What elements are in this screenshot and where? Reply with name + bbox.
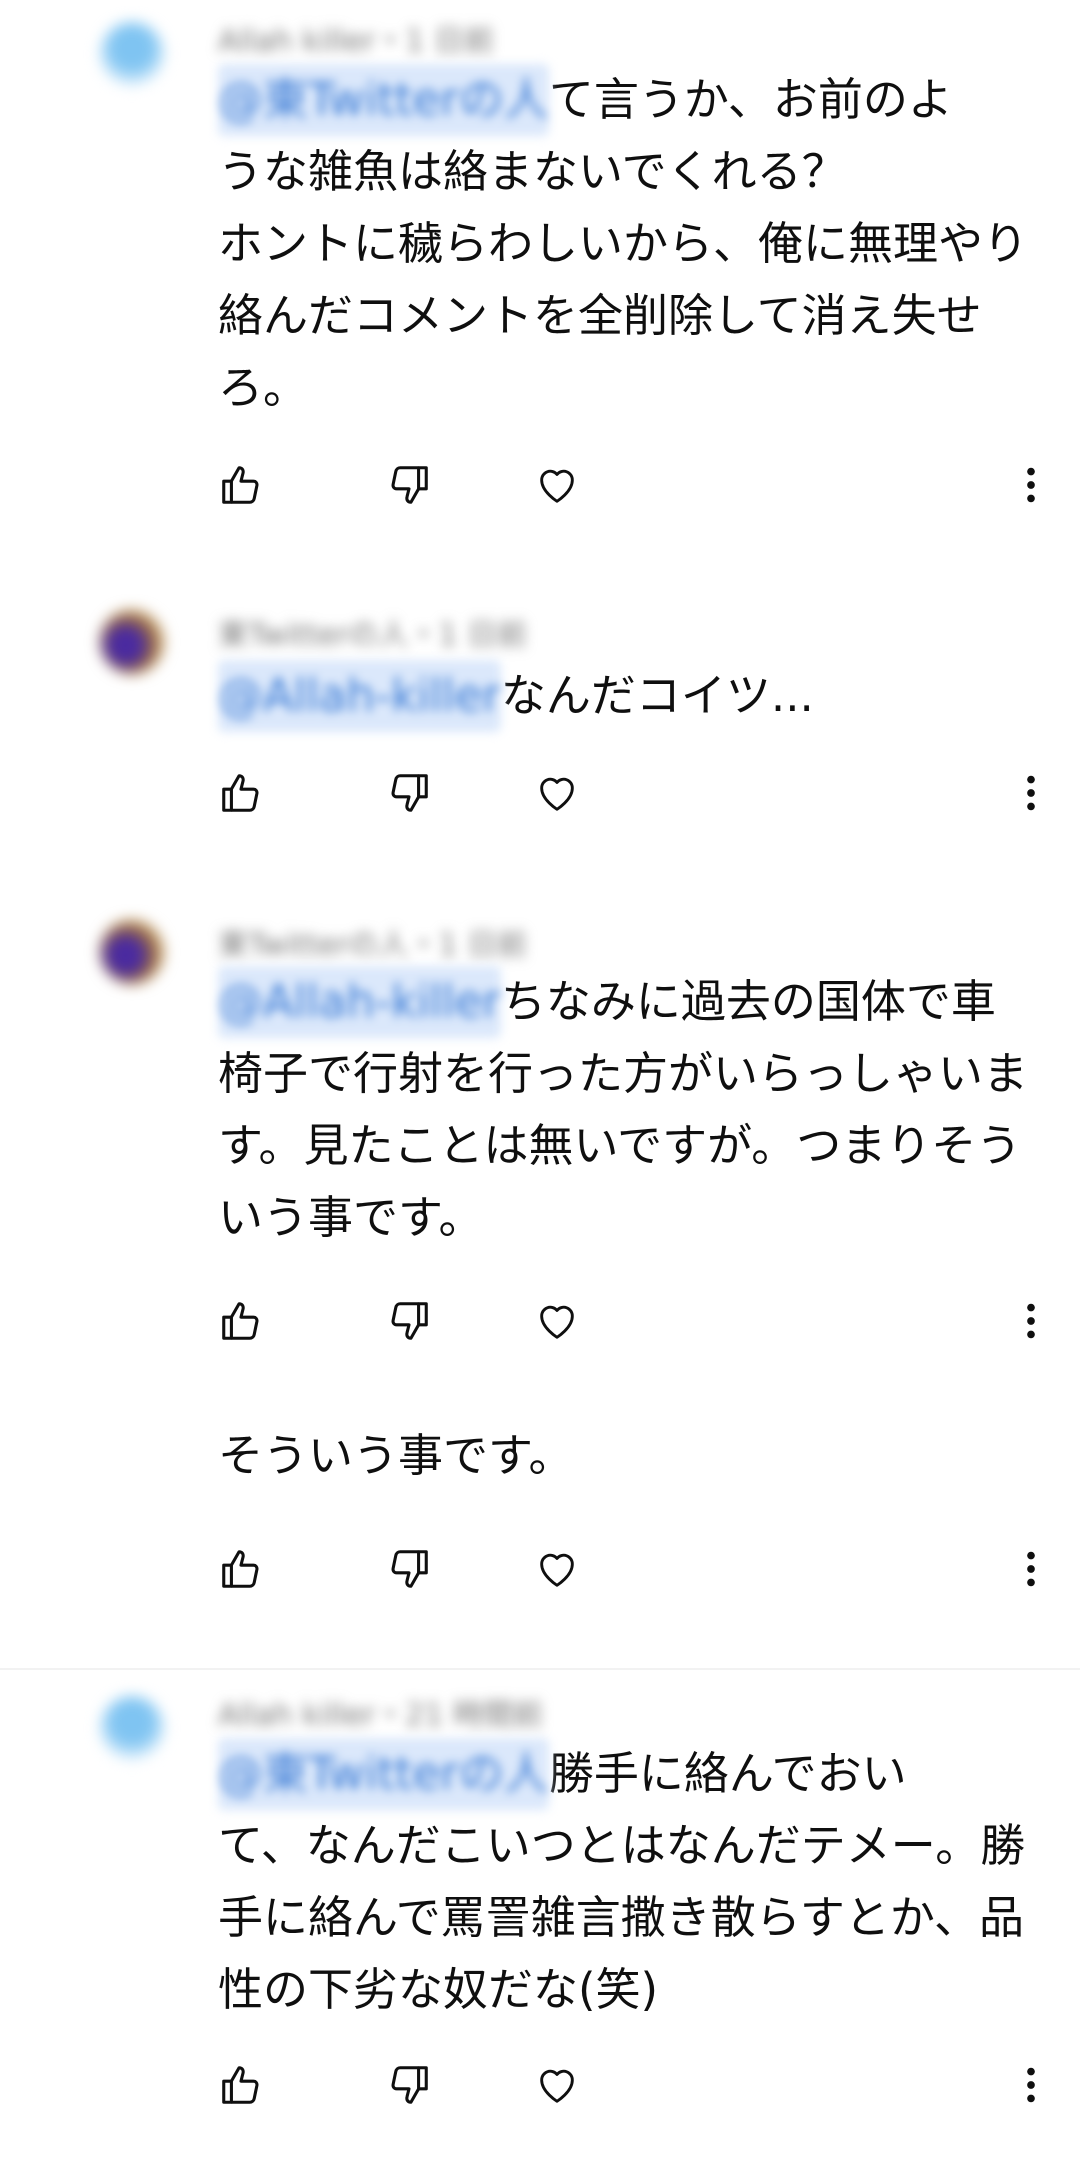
heart-icon — [540, 2069, 574, 2103]
like-icon — [222, 774, 259, 812]
heart-button[interactable] — [534, 770, 580, 816]
dislike-button[interactable] — [386, 770, 432, 816]
like-button[interactable] — [218, 1298, 264, 1344]
heart-icon — [540, 1305, 574, 1339]
comment-text-rest: 椅子で行射を行った方がいらっしゃいます。見たことは無いですが。つまりそういう事で… — [218, 1047, 1029, 1244]
more-vert-icon — [1027, 467, 1035, 503]
divider — [0, 1668, 1080, 1670]
more-vert-icon — [1027, 1551, 1035, 1587]
like-button[interactable] — [218, 462, 264, 508]
dislike-icon — [391, 2066, 428, 2104]
comment-meta: Allah killer・21 時間前 — [218, 1698, 544, 1733]
like-icon — [222, 466, 259, 504]
more-options-button[interactable] — [1008, 2062, 1038, 2108]
dislike-button[interactable] — [386, 462, 432, 508]
comment-text-rest: うな雑魚は絡まないでくれる？ ホントに穢らわしいから、俺に無理やり絡んだコメント… — [218, 145, 1029, 414]
mention-link[interactable]: @Allah-killer — [218, 660, 501, 732]
comment-text: そういう事です。 — [218, 1420, 1038, 1492]
comment-actions — [218, 1298, 1038, 1358]
avatar[interactable] — [100, 1696, 164, 1760]
more-options-button[interactable] — [1008, 462, 1038, 508]
like-button[interactable] — [218, 2062, 264, 2108]
dislike-button[interactable] — [386, 2062, 432, 2108]
like-button[interactable] — [218, 1546, 264, 1592]
dislike-icon — [391, 466, 428, 504]
heart-button[interactable] — [534, 462, 580, 508]
dislike-icon — [391, 774, 428, 812]
heart-button[interactable] — [534, 1298, 580, 1344]
heart-icon — [540, 777, 574, 811]
comment-meta: 東Twitterの人・1 日前 — [218, 928, 528, 963]
dislike-icon — [391, 1302, 428, 1340]
comment-text: @東Twitterの人勝手に絡んでおい て、なんだこいつとはなんだテメー。勝手に… — [218, 1738, 1038, 2026]
heart-icon — [540, 1553, 574, 1587]
comment-text-first: て言うか、お前のよ — [548, 73, 953, 126]
heart-button[interactable] — [534, 1546, 580, 1592]
comment-actions — [218, 1546, 1038, 1606]
comment-meta: Allah killer・1 日前 — [218, 24, 494, 59]
comment-text: @東Twitterの人て言うか、お前のよ うな雑魚は絡まないでくれる？ ホントに… — [218, 64, 1038, 424]
more-vert-icon — [1027, 2067, 1035, 2103]
mention-link[interactable]: @Allah-killer — [218, 966, 501, 1038]
more-options-button[interactable] — [1008, 770, 1038, 816]
mention-link[interactable]: @東Twitterの人 — [218, 1738, 549, 1810]
comment-meta: 東Twitterの人・1 日前 — [218, 618, 528, 653]
comment-text: @Allah-killerなんだコイツ... — [218, 660, 1038, 732]
avatar[interactable] — [100, 610, 164, 674]
comment-actions — [218, 2062, 1038, 2122]
avatar[interactable] — [100, 920, 164, 984]
like-button[interactable] — [218, 770, 264, 816]
more-vert-icon — [1027, 1303, 1035, 1339]
comment-text-rest: て、なんだこいつとはなんだテメー。勝手に絡んで罵詈雑言撒き散らすとか、品性の下劣… — [218, 1819, 1026, 2016]
like-icon — [222, 1550, 259, 1588]
like-icon — [222, 1302, 259, 1340]
comment-text-first: なんだコイツ... — [500, 669, 814, 722]
comment-text: @Allah-killerちなみに過去の国体で車 椅子で行射を行った方がいらっし… — [218, 966, 1038, 1254]
avatar[interactable] — [100, 22, 164, 86]
heart-button[interactable] — [534, 2062, 580, 2108]
comment-text-first: そういう事です。 — [218, 1429, 574, 1482]
mention-link[interactable]: @東Twitterの人 — [218, 64, 549, 136]
comment-actions — [218, 770, 1038, 830]
more-vert-icon — [1027, 775, 1035, 811]
more-options-button[interactable] — [1008, 1546, 1038, 1592]
comment-text-first: 勝手に絡んでおい — [548, 1747, 907, 1800]
more-options-button[interactable] — [1008, 1298, 1038, 1344]
dislike-button[interactable] — [386, 1546, 432, 1592]
like-icon — [222, 2066, 259, 2104]
heart-icon — [540, 469, 574, 503]
comment-actions — [218, 462, 1038, 522]
comment-text-first: ちなみに過去の国体で車 — [500, 975, 996, 1028]
dislike-button[interactable] — [386, 1298, 432, 1344]
dislike-icon — [391, 1550, 428, 1588]
